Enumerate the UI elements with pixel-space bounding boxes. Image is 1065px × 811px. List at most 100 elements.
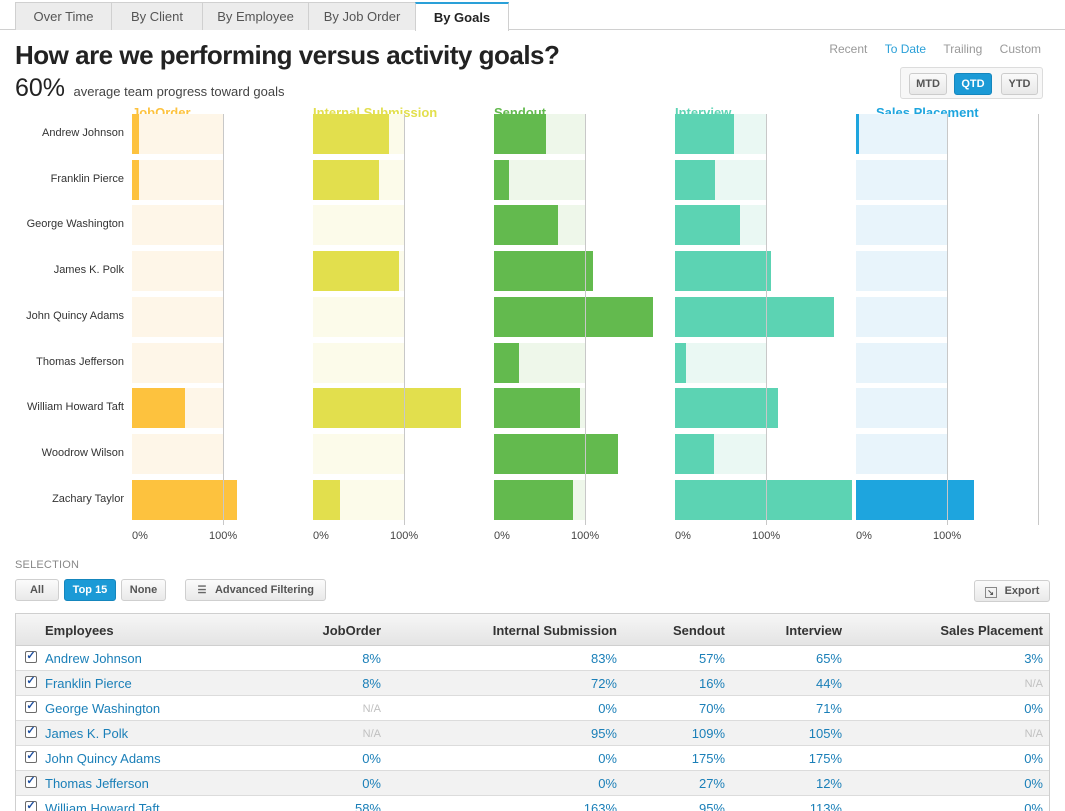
goal-100-line — [947, 114, 948, 526]
chart-row-label: Andrew Johnson — [42, 127, 124, 139]
row-checkbox[interactable]: ✓ — [25, 776, 37, 788]
goal-progress-bar[interactable] — [132, 479, 237, 520]
range-trailing[interactable]: Trailing — [943, 42, 982, 56]
goal-progress-bar[interactable] — [675, 342, 686, 383]
goal-progress-bar[interactable] — [313, 159, 379, 200]
advanced-filtering-button[interactable]: ☰ Advanced Filtering — [185, 579, 326, 601]
tab-by-employee[interactable]: By Employee — [202, 2, 309, 30]
goal-progress-bar[interactable] — [494, 433, 618, 474]
goal-percent-cell: 0% — [362, 776, 381, 791]
goal-100-line — [223, 114, 224, 526]
employee-link[interactable]: Andrew Johnson — [45, 651, 142, 666]
goal-progress-bar[interactable] — [494, 479, 573, 520]
tab-by-client[interactable]: By Client — [111, 2, 203, 30]
advanced-filtering-label: Advanced Filtering — [214, 584, 315, 596]
chart-row-label: William Howard Taft — [27, 401, 124, 414]
goal-percent-cell: 0% — [1024, 801, 1043, 811]
employee-link[interactable]: William Howard Taft — [45, 801, 160, 811]
row-checkbox[interactable]: ✓ — [25, 801, 37, 811]
employee-link[interactable]: Franklin Pierce — [45, 676, 132, 691]
goal-track — [675, 342, 766, 383]
goal-progress-bar[interactable] — [132, 159, 139, 200]
goal-progress-bar[interactable] — [675, 114, 734, 154]
goal-progress-bar[interactable] — [675, 296, 834, 337]
page-title: How are we performing versus activity go… — [15, 40, 560, 70]
export-button[interactable]: ↘ Export — [974, 580, 1050, 602]
selection-label: SELECTION — [15, 559, 80, 571]
col-sendout[interactable]: Sendout — [673, 623, 725, 638]
table-row: ✓ John Quincy Adams 0% 0% 175% 175% 0% — [16, 746, 1049, 771]
select-top-15-button[interactable]: Top 15 — [64, 579, 116, 601]
row-checkbox[interactable]: ✓ — [25, 726, 37, 738]
goal-progress-bar[interactable] — [675, 251, 771, 292]
goal-progress-bar[interactable] — [494, 114, 546, 154]
goal-progress-bar[interactable] — [494, 342, 519, 383]
row-checkbox[interactable]: ✓ — [25, 651, 37, 663]
export-icon: ↘ — [984, 587, 997, 598]
col-joborder[interactable]: JobOrder — [322, 623, 381, 638]
qtd-button[interactable]: QTD — [954, 73, 992, 95]
employee-link[interactable]: George Washington — [45, 701, 160, 716]
goal-progress-bar[interactable] — [313, 251, 399, 292]
ytd-button[interactable]: YTD — [1001, 73, 1038, 95]
axis-tick-label: 0% — [494, 530, 510, 542]
goal-progress-bar[interactable] — [313, 114, 389, 154]
goal-track — [313, 433, 404, 474]
goal-progress-bar[interactable] — [132, 114, 139, 154]
axis-tick-label: 100% — [752, 530, 781, 542]
row-checkbox[interactable]: ✓ — [25, 751, 37, 763]
goal-percent-cell: 72% — [590, 676, 617, 691]
employee-link[interactable]: John Quincy Adams — [45, 751, 161, 766]
goal-progress-bar[interactable] — [313, 479, 340, 520]
tab-over-time[interactable]: Over Time — [15, 2, 112, 30]
col-internal-submission[interactable]: Internal Submission — [493, 623, 617, 638]
goal-track — [132, 114, 223, 154]
col-interview[interactable]: Interview — [786, 623, 842, 638]
mtd-button[interactable]: MTD — [909, 73, 947, 95]
goal-percent-cell: 0% — [1024, 751, 1043, 766]
chart-row-label: John Quincy Adams — [26, 309, 124, 322]
goal-progress-bar[interactable] — [313, 388, 461, 429]
row-checkbox[interactable]: ✓ — [25, 701, 37, 713]
goal-progress-bar[interactable] — [856, 114, 859, 154]
goal-progress-bar[interactable] — [675, 388, 778, 429]
goal-percent-cell: N/A — [1024, 728, 1043, 740]
goal-progress-bar[interactable] — [675, 479, 852, 520]
table-header: Employees JobOrder Internal Submission S… — [16, 614, 1049, 646]
col-employees[interactable]: Employees — [45, 623, 114, 638]
select-all-button[interactable]: All — [15, 579, 59, 601]
col-sales-placement[interactable]: Sales Placement — [940, 623, 1043, 638]
row-checkbox[interactable]: ✓ — [25, 676, 37, 688]
goal-progress-bar[interactable] — [132, 388, 185, 429]
goal-track — [856, 205, 947, 246]
goal-progress-bar[interactable] — [494, 251, 593, 292]
select-none-button[interactable]: None — [121, 579, 166, 601]
goal-percent-cell: 0% — [362, 751, 381, 766]
table-row: ✓ William Howard Taft 58% 163% 95% 113% 0% — [16, 796, 1049, 811]
goal-progress-bar[interactable] — [856, 479, 974, 520]
tab-by-goals[interactable]: By Goals — [415, 2, 509, 31]
goal-percent-cell: 3% — [1024, 651, 1043, 666]
goal-progress-bar[interactable] — [675, 205, 740, 246]
range-to-date[interactable]: To Date — [885, 42, 926, 56]
goal-percent-cell: 16% — [698, 676, 725, 691]
goal-progress-bar[interactable] — [494, 388, 580, 429]
goal-progress-bar[interactable] — [494, 159, 509, 200]
goal-percent-cell: 0% — [1024, 701, 1043, 716]
axis-tick-label: 100% — [390, 530, 419, 542]
employee-link[interactable]: Thomas Jefferson — [45, 776, 149, 791]
tab-by-job-order[interactable]: By Job Order — [308, 2, 416, 30]
goal-progress-bar[interactable] — [494, 296, 653, 337]
goal-progress-bar[interactable] — [675, 159, 715, 200]
goal-progress-bar[interactable] — [675, 433, 714, 474]
range-custom[interactable]: Custom — [1000, 42, 1041, 56]
goal-track — [132, 205, 223, 246]
range-recent[interactable]: Recent — [829, 42, 867, 56]
team-progress: 60% average team progress toward goals — [15, 74, 285, 103]
goal-progress-bar[interactable] — [494, 205, 558, 246]
chart-row-label: Woodrow Wilson — [41, 446, 124, 459]
goal-percent-cell: N/A — [362, 703, 381, 715]
goal-percent-cell: 95% — [698, 801, 725, 811]
employee-link[interactable]: James K. Polk — [45, 726, 128, 741]
axis-tick-label: 0% — [856, 530, 872, 542]
